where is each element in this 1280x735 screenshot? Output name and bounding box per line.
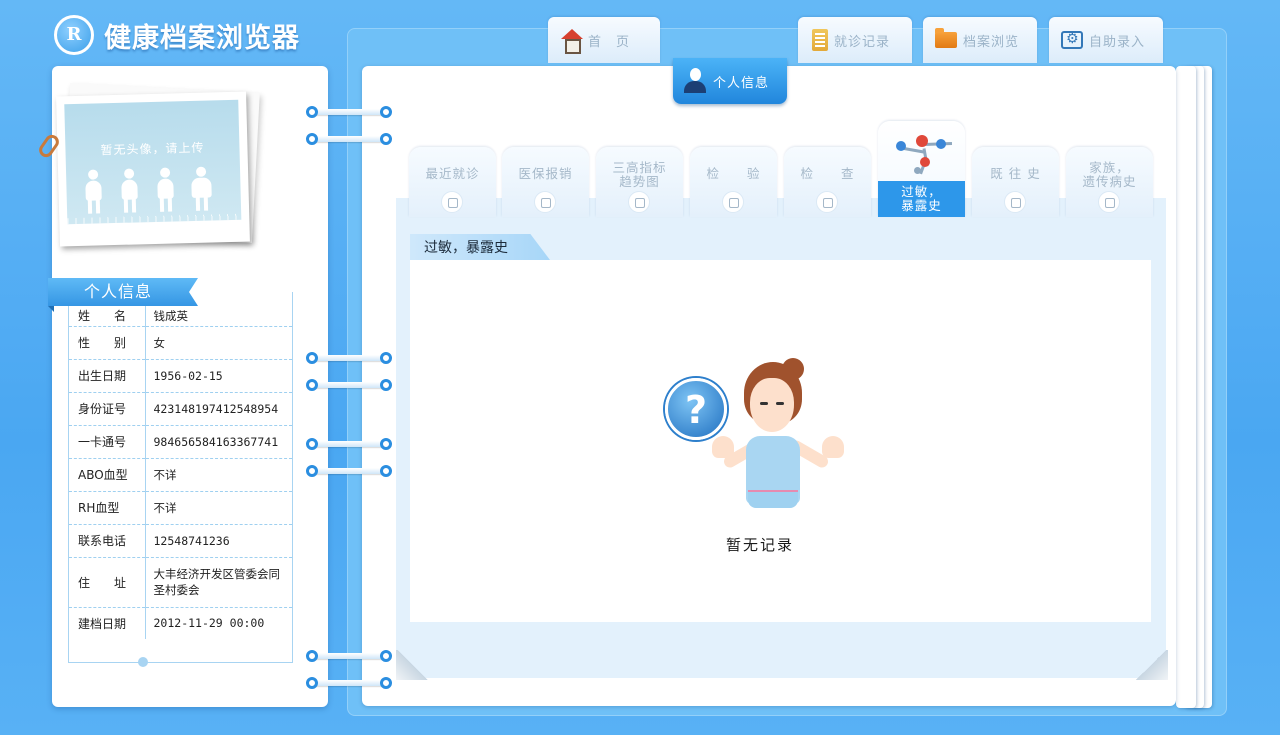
profile-field-label: 出生日期: [69, 359, 146, 393]
app-title: 健康档案浏览器: [104, 22, 300, 54]
subtab-label: 检 验: [706, 166, 761, 181]
profile-field-value: 不详: [145, 458, 292, 492]
nav-tab-self-entry[interactable]: 自助录入: [1049, 17, 1163, 63]
ring-icon: [306, 352, 392, 364]
profile-field-label: 建档日期: [69, 607, 146, 639]
subtab-3[interactable]: 检 验: [690, 147, 777, 217]
profile-row: 建档日期 2012-11-29 00:00: [69, 607, 292, 639]
question-mark-icon: ?: [665, 378, 727, 440]
avatar-placeholder-image: 暂无头像，请上传: [64, 99, 242, 225]
folder-icon: [935, 28, 957, 48]
profile-field-label: 联系电话: [69, 524, 146, 558]
subtab-7[interactable]: 家族， 遗传病史: [1066, 147, 1153, 217]
subtab-label: 检 查: [800, 166, 855, 181]
table-dot: [138, 657, 148, 667]
page-corner-right: [1134, 650, 1168, 680]
profile-row: 身份证号 423148197412548954: [69, 392, 292, 426]
profile-field-value: 2012-11-29 00:00: [153, 616, 265, 631]
profile-field-label: ABO血型: [69, 458, 146, 492]
binder-rings: [306, 0, 396, 735]
nav-tab-archive-browse[interactable]: 档案浏览: [923, 17, 1037, 63]
profile-row: RH血型 不详: [69, 491, 292, 525]
ring-icon: [306, 106, 392, 118]
stethoscope-icon: [441, 191, 463, 213]
tab-personal-info[interactable]: 个人信息: [673, 58, 787, 104]
empty-state-message: 暂无记录: [725, 536, 794, 554]
ring-icon: [306, 133, 392, 145]
ring-icon: [306, 650, 392, 662]
page-corner-left: [396, 650, 430, 680]
ring-icon: [306, 465, 392, 477]
profile-row: 联系电话 12548741236: [69, 524, 292, 558]
tab-personal-info-label: 个人信息: [713, 75, 770, 91]
profile-field-label: 性 别: [69, 326, 146, 360]
nav-tab-visits-label: 就诊记录: [834, 34, 891, 50]
profile-field-value: 女: [145, 326, 292, 360]
avatar-placeholder-text: 暂无头像，请上传: [100, 140, 205, 158]
trend-chart-icon: [628, 191, 650, 213]
profile-field-label: RH血型: [69, 491, 146, 525]
profile-row: 性 别女: [69, 326, 292, 360]
ring-icon: [306, 379, 392, 391]
nurse-illustration: [712, 358, 860, 520]
profile-field-value: 不详: [145, 491, 292, 525]
empty-state: ?: [660, 358, 860, 550]
nav-tab-visits[interactable]: 就诊记录: [798, 17, 912, 63]
app-logo: R 健康档案浏览器: [54, 14, 300, 56]
profile-ribbon-title: 个人信息: [48, 278, 198, 306]
subtab-5[interactable]: 过敏， 暴露史: [878, 121, 965, 217]
profile-row: 一卡通号 984656584163367741: [69, 425, 292, 459]
subtab-label: 过敏， 暴露史: [878, 181, 965, 217]
microscope-icon: [722, 191, 744, 213]
molecule-icon: [896, 133, 953, 175]
subtab-label: 既 往 史: [990, 166, 1041, 181]
ruler-strip: [67, 213, 242, 225]
subtab-label: 家族， 遗传病史: [1082, 160, 1137, 189]
nav-tab-self-entry-label: 自助录入: [1089, 34, 1146, 50]
profile-field-value: 1956-02-15: [145, 359, 292, 393]
ring-icon: [306, 677, 392, 689]
profile-field-value: 423148197412548954: [145, 392, 292, 426]
page-edge: [1176, 66, 1196, 708]
pen-icon: [1098, 191, 1120, 213]
profile-field-value: 12548741236: [145, 524, 292, 558]
profile-field-value: 984656584163367741: [145, 425, 292, 459]
subtab-6[interactable]: 既 往 史: [972, 147, 1059, 217]
logo-r-icon: R: [54, 15, 94, 55]
subtab-2[interactable]: 三高指标 趋势图: [596, 147, 683, 217]
profile-field-label: 身份证号: [69, 392, 146, 426]
clipboard-icon: [812, 29, 828, 51]
avatar-photo[interactable]: 暂无头像，请上传: [56, 91, 250, 247]
subtab-label: 医保报销: [518, 166, 573, 181]
subtab-0[interactable]: 最近就诊: [409, 147, 496, 217]
subtab-label: 最近就诊: [425, 166, 480, 181]
section-title-tab: 过敏，暴露史: [410, 234, 550, 260]
monitor-icon: [816, 191, 838, 213]
people-figures-icon: [80, 162, 231, 214]
subtab-label: 三高指标 趋势图: [612, 160, 667, 189]
profile-field-value: 大丰经济开发区管委会同圣村委会: [145, 557, 292, 608]
profile-field-label: 一卡通号: [69, 425, 146, 459]
subtab-1[interactable]: 医保报销: [502, 147, 589, 217]
nav-tab-archive-browse-label: 档案浏览: [963, 34, 1020, 50]
nav-tab-home-label: 首 页: [588, 34, 631, 50]
profile-row: 住 址大丰经济开发区管委会同圣村委会: [69, 557, 292, 608]
subtab-4[interactable]: 检 查: [784, 147, 871, 217]
nav-tab-home[interactable]: 首 页: [548, 17, 660, 63]
ring-icon: [306, 438, 392, 450]
settings-window-icon: [1061, 31, 1083, 49]
home-icon: [560, 29, 583, 54]
clipboard-icon: [1004, 191, 1026, 213]
profile-field-label: 住 址: [69, 557, 146, 608]
profile-row: 出生日期 1956-02-15: [69, 359, 292, 393]
person-icon: [683, 68, 707, 94]
profile-table: 姓 名钱成英性 别女出生日期 1956-02-15 身份证号 423148197412…: [68, 292, 293, 663]
profile-row: ABO血型 不详: [69, 458, 292, 492]
card-icon: [534, 191, 556, 213]
